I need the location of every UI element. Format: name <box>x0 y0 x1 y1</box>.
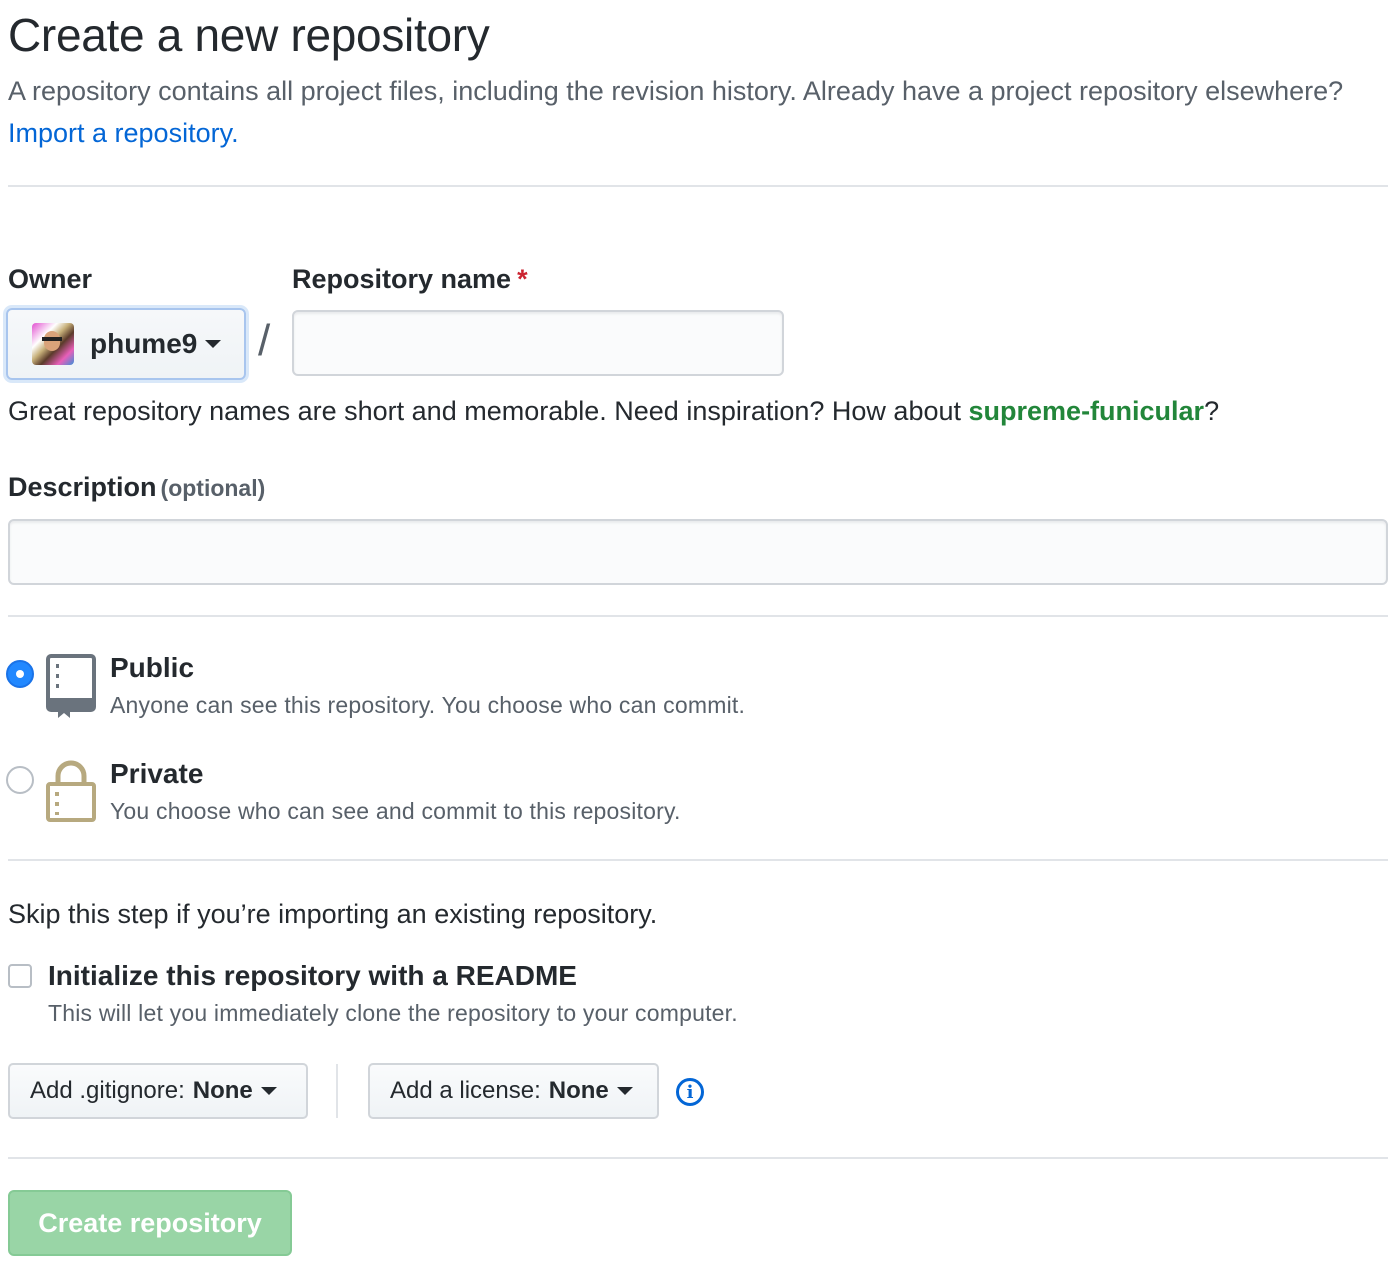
user-avatar <box>32 323 74 365</box>
repo-name-hint: Great repository names are short and mem… <box>8 396 1219 427</box>
public-description: Anyone can see this repository. You choo… <box>110 692 746 718</box>
private-radio[interactable] <box>6 766 34 794</box>
required-marker: * <box>517 264 528 294</box>
name-suggestion-link[interactable]: supreme-funicular <box>969 396 1205 426</box>
header-divider <box>8 185 1388 187</box>
readme-checkbox[interactable] <box>8 964 32 988</box>
hint-suffix: ? <box>1204 396 1220 426</box>
description-divider <box>8 615 1388 617</box>
chevron-down-icon <box>205 340 222 348</box>
create-repository-button[interactable]: Create repository <box>8 1190 292 1256</box>
description-label: Description (optional) <box>8 472 265 503</box>
chevron-down-icon <box>616 1087 633 1095</box>
hint-text: Great repository names are short and mem… <box>8 396 961 426</box>
repo-name-label-text: Repository name <box>292 264 512 294</box>
repo-book-icon <box>46 654 96 718</box>
license-label: Add a license: <box>390 1077 541 1104</box>
visibility-divider <box>8 859 1388 861</box>
optional-note: (optional) <box>160 475 266 501</box>
page-subtitle: A repository contains all project files,… <box>8 70 1388 154</box>
import-repository-link[interactable]: Import a repository. <box>8 118 239 148</box>
subtitle-text: A repository contains all project files,… <box>8 76 1344 106</box>
description-input[interactable] <box>8 519 1388 585</box>
owner-label: Owner <box>8 264 93 294</box>
owner-name: phume9 <box>90 328 198 359</box>
gitignore-label: Add .gitignore: <box>30 1077 185 1104</box>
public-title: Public <box>110 652 195 683</box>
owner-repo-separator: / <box>258 316 271 365</box>
public-radio[interactable] <box>6 660 34 688</box>
license-select[interactable]: Add a license: None <box>368 1063 659 1119</box>
page-title: Create a new repository <box>8 9 490 61</box>
repo-name-label: Repository name * <box>292 264 528 295</box>
readme-description: This will let you immediately clone the … <box>48 1000 738 1026</box>
info-icon[interactable]: i <box>676 1078 704 1106</box>
chevron-down-icon <box>260 1087 277 1095</box>
gitignore-value: None <box>192 1077 253 1104</box>
repository-name-input[interactable] <box>292 310 784 376</box>
readme-label[interactable]: Initialize this repository with a README <box>48 960 577 992</box>
private-description: You choose who can see and commit to thi… <box>110 798 681 824</box>
description-label-text: Description <box>8 472 157 502</box>
private-title: Private <box>110 758 204 789</box>
owner-dropdown[interactable]: phume9 <box>6 308 246 380</box>
select-separator <box>336 1064 338 1118</box>
skip-step-text: Skip this step if you’re importing an ex… <box>8 899 658 929</box>
gitignore-select[interactable]: Add .gitignore: None <box>8 1063 308 1119</box>
init-divider <box>8 1157 1388 1159</box>
lock-icon <box>46 760 96 822</box>
license-value: None <box>548 1077 609 1104</box>
